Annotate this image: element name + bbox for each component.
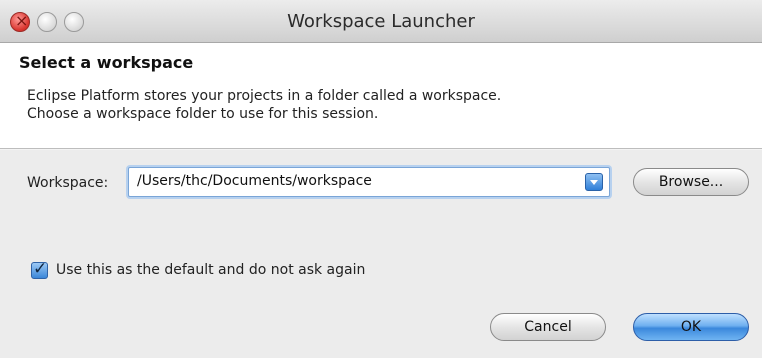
cancel-button[interactable]: Cancel: [490, 313, 606, 341]
window-title: Workspace Launcher: [287, 11, 475, 32]
chevron-down-icon[interactable]: [585, 173, 603, 191]
workspace-launcher-window: Workspace Launcher Select a workspace Ec…: [0, 0, 762, 358]
title-bar[interactable]: Workspace Launcher: [0, 0, 762, 43]
default-checkbox[interactable]: [31, 259, 48, 279]
description-line-1: Eclipse Platform stores your projects in…: [27, 88, 502, 104]
header-panel: Select a workspace Eclipse Platform stor…: [0, 43, 762, 148]
description: Eclipse Platform stores your projects in…: [27, 87, 501, 123]
ok-button[interactable]: OK: [633, 313, 749, 341]
workspace-path-value[interactable]: /Users/thc/Documents/workspace: [137, 173, 372, 189]
browse-button[interactable]: Browse...: [633, 168, 749, 196]
description-line-2: Choose a workspace folder to use for thi…: [27, 106, 379, 122]
workspace-combo-input[interactable]: /Users/thc/Documents/workspace: [128, 167, 610, 197]
workspace-label: Workspace:: [27, 175, 109, 191]
default-checkbox-label[interactable]: Use this as the default and do not ask a…: [56, 262, 365, 278]
page-title: Select a workspace: [19, 53, 194, 72]
